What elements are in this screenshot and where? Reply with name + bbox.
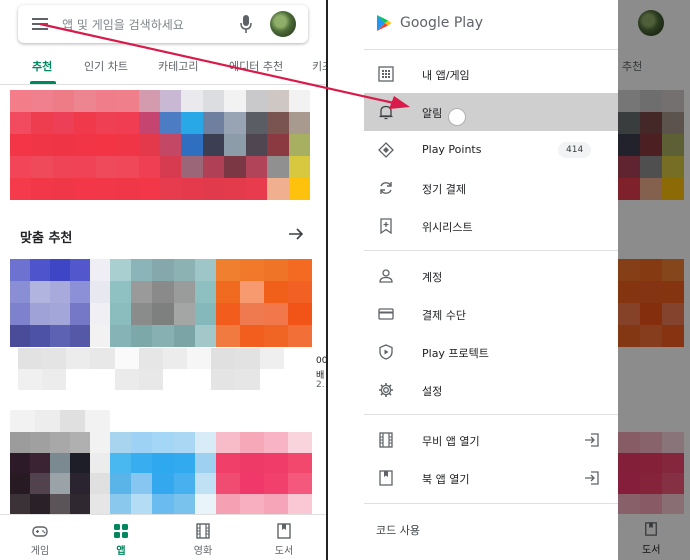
- film-icon: [196, 523, 210, 539]
- open-external-icon: [585, 433, 599, 447]
- nav-books-label: 도서: [274, 546, 294, 557]
- play-store-drawer-screen: 추천 도서 Google Play 내 앱/게임 알림 Play Points …: [364, 0, 690, 560]
- menu-item-label: 위시리스트: [422, 221, 473, 234]
- gamepad-icon: [32, 526, 48, 537]
- open-external-icon: [585, 471, 599, 485]
- app-tile-row2-header: [10, 410, 310, 432]
- menu-item-label: Play Points: [422, 143, 482, 156]
- menu-item-settings[interactable]: 설정: [364, 371, 618, 409]
- app-peek-title: 00: [316, 356, 326, 366]
- menu-item-open-movies-app[interactable]: 무비 앱 열기: [364, 421, 618, 459]
- featured-banner[interactable]: [10, 90, 310, 200]
- bookmark-add-icon: [380, 218, 392, 234]
- tab-recommended[interactable]: 추천: [32, 58, 52, 74]
- drawer-divider: [364, 250, 618, 251]
- menu-item-label: Play 프로텍트: [422, 347, 489, 360]
- bottom-navigation: 게임 앱 영화 도서: [0, 514, 326, 560]
- drawer-scrim[interactable]: [618, 0, 690, 560]
- menu-item-play-protect[interactable]: Play 프로텍트: [364, 333, 618, 371]
- nav-movies-label: 영화: [193, 546, 213, 557]
- menu-item-wishlist[interactable]: 위시리스트: [364, 207, 618, 245]
- tab-categories[interactable]: 카테고리: [158, 58, 198, 74]
- app-tile[interactable]: [10, 259, 110, 347]
- film-icon: [379, 432, 393, 448]
- menu-item-label: 정기 결제: [422, 183, 466, 196]
- drawer-divider: [364, 49, 618, 50]
- search-bar[interactable]: 앱 및 게임을 검색하세요: [18, 5, 308, 43]
- drawer-divider: [364, 503, 618, 504]
- book-icon: [379, 470, 393, 486]
- search-placeholder: 앱 및 게임을 검색하세요: [62, 18, 184, 32]
- menu-item-account[interactable]: 계정: [364, 257, 618, 295]
- tabs-divider: [0, 84, 326, 85]
- drawer-divider: [364, 414, 618, 415]
- diamond-icon: [378, 142, 394, 158]
- nav-books[interactable]: 도서: [254, 515, 314, 560]
- menu-item-label: 결제 수단: [422, 309, 466, 322]
- menu-item-subscriptions[interactable]: 정기 결제: [364, 169, 618, 207]
- refresh-icon: [380, 182, 392, 194]
- menu-item-notifications[interactable]: 알림: [364, 93, 618, 131]
- shield-play-icon: [379, 344, 393, 360]
- nav-apps-label: 앱: [116, 546, 126, 557]
- menu-item-open-books-app[interactable]: 북 앱 열기: [364, 459, 618, 497]
- apps-grid-icon: [114, 524, 128, 538]
- category-tabs: 추천 인기 차트 카테고리 에디터 추천 키즈: [0, 54, 326, 84]
- app-tile[interactable]: [10, 432, 110, 514]
- app-peek-rating: 2.: [316, 380, 325, 390]
- menu-item-label: 계정: [422, 271, 443, 284]
- nav-games[interactable]: 게임: [10, 515, 70, 560]
- tab-editors-choice[interactable]: 에디터 추천: [229, 58, 283, 74]
- app-tile[interactable]: [110, 259, 216, 347]
- tab-kids[interactable]: 키즈: [312, 58, 326, 74]
- app-tile[interactable]: [110, 432, 216, 514]
- app-tile[interactable]: [216, 432, 312, 514]
- hamburger-menu-icon[interactable]: [32, 18, 48, 30]
- app-title-blur: [18, 348, 308, 390]
- menu-item-label: 내 앱/게임: [422, 69, 470, 82]
- avatar[interactable]: [270, 11, 296, 37]
- tab-top-charts[interactable]: 인기 차트: [84, 58, 128, 74]
- menu-item-payment-methods[interactable]: 결제 수단: [364, 295, 618, 333]
- bell-icon: [379, 105, 393, 120]
- app-tile[interactable]: [216, 259, 312, 347]
- menu-item-label: 북 앱 열기: [422, 473, 470, 486]
- screenshot-divider: [326, 0, 328, 560]
- nav-apps[interactable]: 앱: [91, 515, 151, 560]
- menu-item-label: 무비 앱 열기: [422, 435, 480, 448]
- nav-games-label: 게임: [30, 546, 50, 557]
- book-icon: [277, 523, 291, 539]
- microphone-icon[interactable]: [240, 15, 252, 33]
- section-title: 맞춤 추천: [20, 231, 73, 246]
- touch-indicator: [448, 108, 466, 126]
- menu-item-label: 알림: [422, 107, 443, 120]
- menu-item-my-apps[interactable]: 내 앱/게임: [364, 55, 618, 93]
- brand-name: Google Play: [400, 15, 484, 31]
- points-badge: 414: [558, 142, 592, 158]
- menu-item-play-points[interactable]: Play Points 414: [364, 131, 618, 169]
- gear-icon: [379, 383, 393, 397]
- navigation-drawer: Google Play 내 앱/게임 알림 Play Points 414 정기…: [364, 0, 618, 560]
- screenshot-stage: 앱 및 게임을 검색하세요 추천 인기 차트 카테고리 에디터 추천 키즈: [0, 0, 690, 560]
- arrow-right-icon[interactable]: [288, 226, 304, 242]
- nav-movies[interactable]: 영화: [173, 515, 233, 560]
- credit-card-icon: [378, 308, 394, 320]
- apps-grid-icon: [378, 66, 394, 82]
- menu-item-label: 설정: [422, 385, 443, 398]
- play-logo-icon: [377, 15, 392, 31]
- redeem-code-link[interactable]: 코드 사용: [376, 522, 420, 538]
- person-icon: [379, 269, 393, 283]
- play-store-home: 앱 및 게임을 검색하세요 추천 인기 차트 카테고리 에디터 추천 키즈: [0, 0, 326, 560]
